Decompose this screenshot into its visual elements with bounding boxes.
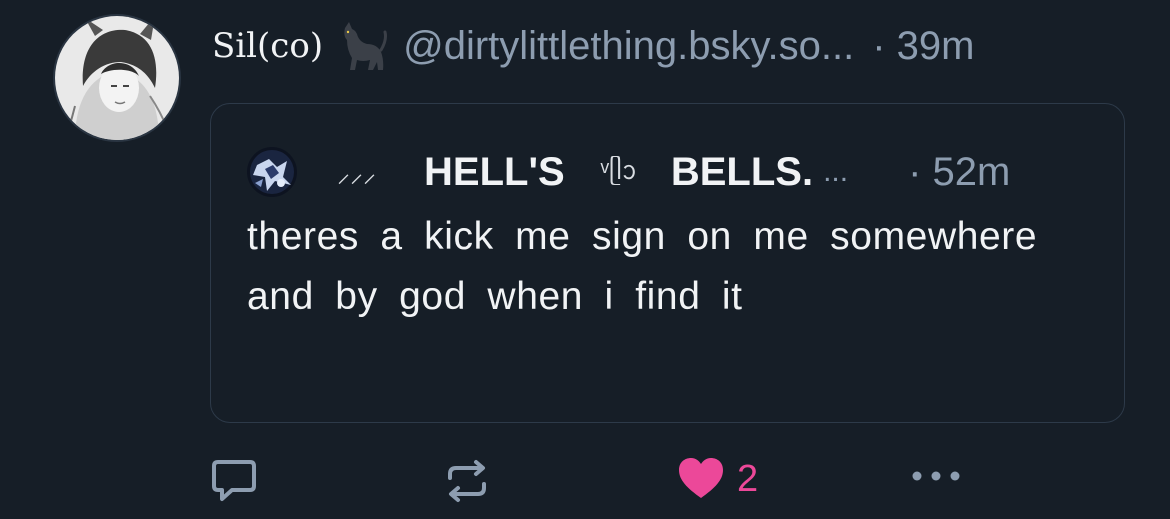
like-count: 2 — [737, 457, 759, 500]
post-actions: 2 — [0, 456, 1170, 506]
quoted-avatar[interactable] — [247, 147, 297, 197]
black-cat-icon — [337, 20, 389, 72]
quoted-name-decoration: ⸝⸝⸝ — [337, 158, 377, 188]
quoted-display-name[interactable]: HELL'S — [424, 150, 565, 195]
display-name[interactable]: Sil(co) — [212, 26, 323, 66]
more-icon — [912, 471, 960, 481]
quoted-post[interactable]: ⸝⸝⸝ HELL'S ᵛᥫᩣ BELLS. ... · 52m theres a… — [210, 103, 1125, 423]
reply-icon — [212, 460, 256, 501]
avatar-illustration — [55, 16, 179, 140]
more-button[interactable] — [908, 466, 964, 486]
reply-button[interactable] — [210, 458, 258, 504]
quoted-display-name-2[interactable]: BELLS. — [671, 150, 813, 195]
post-header: Sil(co) @dirtylittlething.bsky.so... · 3… — [212, 18, 974, 74]
heart-icon — [679, 458, 723, 498]
repost-button[interactable] — [444, 458, 490, 504]
quoted-post-header: ⸝⸝⸝ HELL'S ᵛᥫᩣ BELLS. ... · 52m — [247, 146, 1087, 198]
quoted-name-decoration-2: ᵛᥫᩣ — [600, 155, 637, 185]
quoted-post-text: theres a kick me sign on me somewhere an… — [247, 215, 1038, 318]
post: Sil(co) @dirtylittlething.bsky.so... · 3… — [0, 0, 1170, 519]
quoted-post-time[interactable]: · 52m — [908, 150, 1010, 195]
like-button[interactable]: 2 — [677, 456, 758, 502]
quoted-name-ellipsis: ... — [823, 155, 849, 188]
repost-icon — [448, 460, 486, 502]
quoted-avatar-image — [247, 147, 297, 197]
post-time[interactable]: · 39m — [872, 24, 974, 69]
handle[interactable]: @dirtylittlething.bsky.so... — [403, 24, 854, 69]
avatar[interactable] — [53, 14, 181, 142]
